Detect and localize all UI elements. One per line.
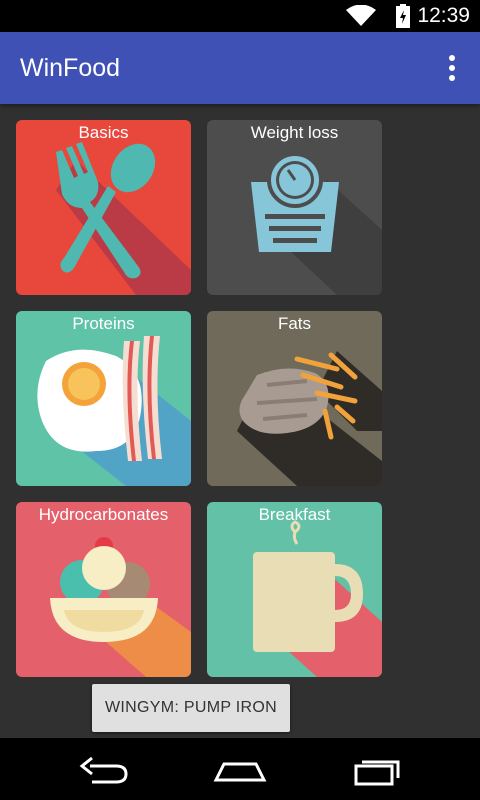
tile-breakfast[interactable]: Breakfast bbox=[207, 502, 382, 677]
fork-spoon-icon bbox=[16, 120, 191, 295]
tile-hydrocarbonates[interactable]: Hydrocarbonates bbox=[16, 502, 191, 677]
back-icon[interactable] bbox=[74, 752, 134, 788]
scale-icon bbox=[207, 120, 382, 295]
tile-hydrocarbonates-label: Hydrocarbonates bbox=[38, 505, 169, 524]
tile-basics-label: Basics bbox=[78, 123, 129, 142]
battery-icon bbox=[396, 4, 410, 28]
toast-message: WINGYM: PUMP IRON bbox=[92, 684, 290, 732]
overflow-menu-icon[interactable] bbox=[440, 54, 464, 82]
egg-bacon-icon bbox=[16, 311, 191, 486]
status-bar: 12:39 bbox=[0, 0, 480, 32]
wifi-icon bbox=[346, 5, 376, 26]
steak-fries-icon bbox=[207, 311, 382, 486]
coffee-mug-icon bbox=[207, 502, 382, 677]
navigation-bar bbox=[0, 738, 480, 800]
tile-fats[interactable]: Fats bbox=[207, 311, 382, 486]
tile-proteins[interactable]: Proteins bbox=[16, 311, 191, 486]
app-title: WinFood bbox=[20, 54, 121, 82]
tile-weight-loss[interactable]: Weight loss bbox=[207, 120, 382, 295]
tile-fats-label: Fats bbox=[277, 314, 312, 333]
toast-text: WINGYM: PUMP IRON bbox=[105, 699, 277, 716]
tile-breakfast-label: Breakfast bbox=[258, 505, 331, 524]
app-bar: WinFood bbox=[0, 32, 480, 104]
recents-icon[interactable] bbox=[348, 752, 408, 788]
ice-cream-bowl-icon bbox=[16, 502, 191, 677]
home-icon[interactable] bbox=[210, 752, 270, 788]
tile-weight-loss-label: Weight loss bbox=[250, 123, 339, 142]
tile-basics[interactable]: Basics bbox=[16, 120, 191, 295]
tile-proteins-label: Proteins bbox=[72, 314, 135, 333]
status-time: 12:39 bbox=[417, 4, 470, 27]
